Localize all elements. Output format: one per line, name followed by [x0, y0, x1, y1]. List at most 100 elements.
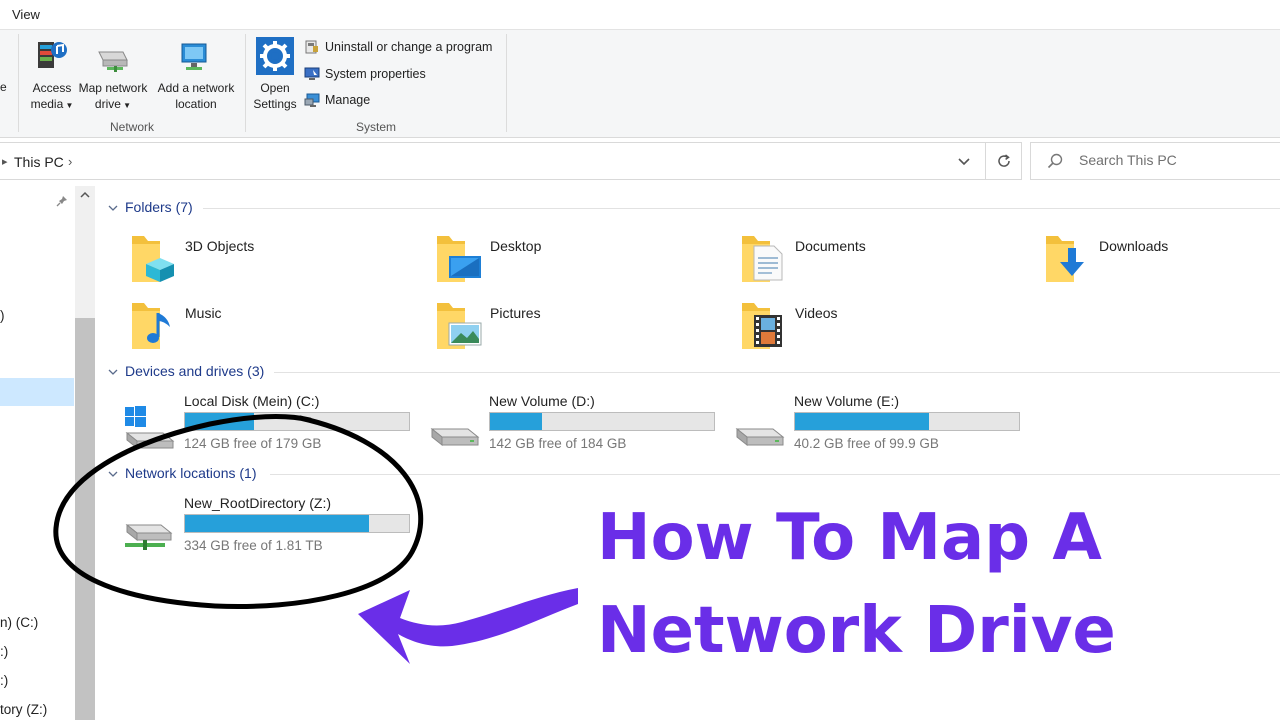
ribbon-group-network: Access media ▼ Map network drive ▼ Add a… [19, 30, 245, 138]
scroll-up-icon[interactable] [79, 190, 91, 203]
drive-usage-bar [184, 412, 410, 431]
section-divider [270, 474, 1280, 475]
folder-name: Desktop [490, 238, 542, 254]
folder-pictures[interactable]: Pictures [435, 299, 715, 359]
gear-icon [255, 36, 295, 76]
open-settings-button[interactable]: Open Settings [250, 36, 300, 112]
breadcrumb-this-pc[interactable]: This PC [14, 154, 64, 170]
system-properties-icon [304, 67, 320, 81]
drive-free-space: 40.2 GB free of 99.9 GB [794, 436, 939, 451]
access-media-label-1: Access [32, 81, 72, 95]
network-group-label: Network [109, 120, 154, 134]
address-bar[interactable]: ▸ This PC › [0, 142, 1022, 180]
folder-music[interactable]: Music [130, 299, 410, 359]
map-network-drive-button[interactable]: Map network drive ▼ [75, 36, 151, 114]
nav-item-drive-d[interactable]: :) [0, 644, 8, 659]
nav-item-drive-z[interactable]: tory (Z:) [0, 702, 47, 717]
drive-usage-bar [184, 514, 410, 533]
chevron-down-icon[interactable] [107, 201, 119, 213]
open-settings-label-2: Settings [253, 97, 297, 111]
add-network-location-label-1: Add a network [157, 81, 235, 95]
nav-item-drive-e[interactable]: :) [0, 673, 8, 688]
navigation-pane: ) n) (C:) :) :) tory (Z:) [0, 186, 95, 720]
dropdown-arrow-icon: ▼ [63, 101, 74, 110]
windows-drive-icon [125, 405, 177, 450]
drive-d[interactable]: New Volume (D:) 142 GB free of 184 GB [430, 393, 720, 455]
section-header-folders[interactable]: Folders (7) [107, 199, 207, 219]
system-properties-label: System properties [325, 67, 426, 81]
search-box[interactable] [1030, 142, 1280, 180]
drive-usage-fill [490, 413, 542, 430]
search-input[interactable] [1079, 152, 1279, 168]
drive-name: New_RootDirectory (Z:) [184, 495, 332, 511]
access-media-icon [32, 36, 72, 76]
folder-name: Pictures [490, 305, 541, 321]
folder-name: 3D Objects [185, 238, 255, 254]
search-icon [1047, 153, 1063, 169]
ribbon-group-system: Open Settings Uninstall or change a prog… [246, 30, 506, 138]
folder-desktop[interactable]: Desktop [435, 232, 715, 292]
drive-name: New Volume (E:) [794, 393, 900, 409]
headline: How To Map A Network Drive [597, 492, 1237, 678]
drive-name: New Volume (D:) [489, 393, 595, 409]
downloads-folder-icon [1044, 232, 1092, 284]
folder-name: Downloads [1099, 238, 1169, 254]
ribbon-tab-bar: View [0, 0, 1280, 30]
folder-downloads[interactable]: Downloads [1044, 232, 1280, 292]
manage-label: Manage [325, 93, 371, 107]
folder-name: Music [185, 305, 222, 321]
access-media-label-2: media [30, 97, 64, 111]
hard-drive-icon [430, 405, 482, 449]
folder-documents[interactable]: Documents [740, 232, 1020, 292]
folder-videos[interactable]: Videos [740, 299, 1020, 359]
section-divider [203, 208, 1280, 209]
chevron-down-icon[interactable] [107, 365, 119, 377]
map-network-drive-label-1: Map network [78, 81, 148, 95]
open-settings-label-1: Open [260, 81, 290, 95]
ribbon-cut-label: e [0, 80, 7, 94]
drive-free-space: 142 GB free of 184 GB [489, 436, 627, 451]
section-title: Network locations (1) [125, 465, 257, 481]
section-title: Folders (7) [125, 199, 193, 215]
nav-scrollbar-thumb[interactable] [75, 318, 95, 720]
tab-view[interactable]: View [12, 7, 40, 22]
folder-name: Documents [795, 238, 866, 254]
nav-item[interactable]: ) [0, 308, 5, 323]
chevron-right-icon[interactable]: ▸ [2, 155, 8, 168]
network-drive-icon [125, 507, 177, 551]
dropdown-arrow-icon: ▼ [120, 101, 132, 110]
add-network-location-button[interactable]: Add a network location [153, 36, 239, 112]
pictures-folder-icon [435, 299, 483, 351]
drive-z-network[interactable]: New_RootDirectory (Z:) 334 GB free of 1.… [125, 495, 415, 557]
folder-name: Videos [795, 305, 838, 321]
ribbon: e Access media ▼ Map network drive ▼ Add… [0, 30, 1280, 138]
nav-selected-item[interactable] [0, 378, 74, 406]
chevron-down-icon[interactable] [107, 467, 119, 479]
music-folder-icon [130, 299, 178, 351]
chevron-right-icon[interactable]: › [68, 154, 72, 169]
nav-item-drive-c[interactable]: n) (C:) [0, 615, 38, 630]
drive-usage-fill [185, 413, 255, 430]
drive-free-space: 334 GB free of 1.81 TB [184, 538, 323, 553]
drive-usage-bar [489, 412, 715, 431]
folder-3d-objects[interactable]: 3D Objects [130, 232, 410, 292]
pin-icon[interactable] [56, 194, 68, 207]
access-media-button[interactable]: Access media ▼ [23, 36, 81, 114]
chevron-down-icon[interactable] [952, 151, 976, 173]
uninstall-icon [304, 40, 320, 54]
section-header-network[interactable]: Network locations (1) [107, 465, 277, 485]
drive-free-space: 124 GB free of 179 GB [184, 436, 322, 451]
drive-c[interactable]: Local Disk (Mein) (C:) 124 GB free of 17… [125, 393, 415, 455]
section-header-devices[interactable]: Devices and drives (3) [107, 363, 277, 383]
refresh-icon[interactable] [985, 143, 1021, 179]
map-network-drive-label-2: drive [94, 97, 121, 111]
add-network-location-label-2: location [175, 97, 217, 111]
section-title: Devices and drives (3) [125, 363, 265, 379]
map-network-drive-icon [93, 36, 133, 76]
drive-e[interactable]: New Volume (E:) 40.2 GB free of 99.9 GB [735, 393, 1025, 455]
desktop-folder-icon [435, 232, 483, 284]
pointer-arrow [358, 588, 578, 664]
drive-name: Local Disk (Mein) (C:) [184, 393, 320, 409]
videos-folder-icon [740, 299, 788, 351]
hard-drive-icon [735, 405, 787, 449]
